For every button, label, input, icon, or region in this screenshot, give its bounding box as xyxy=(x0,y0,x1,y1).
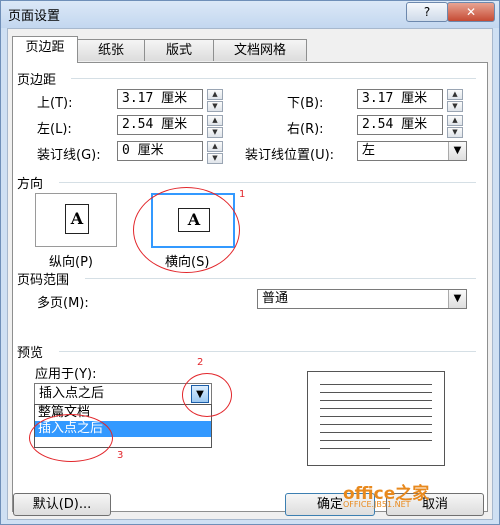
title-bar: 页面设置 ? ✕ xyxy=(1,1,499,28)
tab-paper[interactable]: 纸张 xyxy=(77,39,145,61)
gutter-position-value: 左 xyxy=(362,143,376,158)
close-button[interactable]: ✕ xyxy=(447,2,495,22)
top-margin-spinner[interactable]: ▲ ▼ xyxy=(207,89,223,112)
spin-up-icon[interactable]: ▲ xyxy=(447,89,463,100)
gutter-spinner[interactable]: ▲ ▼ xyxy=(207,141,223,164)
spin-up-icon[interactable]: ▲ xyxy=(207,89,223,100)
chevron-down-icon[interactable]: ▼ xyxy=(448,290,466,308)
gutter-position-select[interactable]: 左 ▼ xyxy=(357,141,467,161)
right-margin-spinner[interactable]: ▲ ▼ xyxy=(447,115,463,138)
section-title-pages: 页码范围 xyxy=(17,273,70,288)
apply-to-label: 应用于(Y): xyxy=(35,367,97,382)
preview-text-line xyxy=(320,392,432,393)
watermark-url: OFFICE.JB51.NET xyxy=(343,500,411,509)
preview-text-line xyxy=(320,440,432,441)
gutter-label: 装订线(G): xyxy=(37,148,101,163)
preview-text-line xyxy=(320,424,432,425)
preview-text-line xyxy=(320,416,432,417)
page-setup-dialog: 页面设置 ? ✕ 页边距 纸张 版式 文档网格 页边距 上(T): 3.17 厘… xyxy=(0,0,500,525)
annotation-number-2: 2 xyxy=(197,357,204,368)
apply-to-value: 插入点之后 xyxy=(39,386,105,401)
spin-down-icon[interactable]: ▼ xyxy=(207,153,223,164)
spin-up-icon[interactable]: ▲ xyxy=(207,115,223,126)
multiple-pages-value: 普通 xyxy=(262,291,289,306)
gutter-input[interactable]: 0 厘米 xyxy=(117,141,203,161)
preview-text-line xyxy=(320,384,432,385)
right-margin-label: 右(R): xyxy=(287,122,324,137)
tab-document-grid[interactable]: 文档网格 xyxy=(213,39,307,61)
spin-down-icon[interactable]: ▼ xyxy=(207,101,223,112)
annotation-circle-3 xyxy=(29,414,113,462)
spin-up-icon[interactable]: ▲ xyxy=(447,115,463,126)
window-title: 页面设置 xyxy=(8,9,61,24)
left-margin-input[interactable]: 2.54 厘米 xyxy=(117,115,203,135)
section-divider xyxy=(59,351,476,352)
section-divider xyxy=(71,78,476,79)
annotation-circle-1 xyxy=(133,187,240,273)
annotation-number-1: 1 xyxy=(239,189,246,200)
bottom-margin-input[interactable]: 3.17 厘米 xyxy=(357,89,443,109)
left-margin-label: 左(L): xyxy=(37,122,72,137)
top-margin-label: 上(T): xyxy=(37,96,73,111)
set-as-default-button[interactable]: 默认(D)... xyxy=(13,493,111,516)
section-title-preview: 预览 xyxy=(17,346,44,361)
spin-down-icon[interactable]: ▼ xyxy=(207,127,223,138)
annotation-circle-2 xyxy=(182,373,232,417)
left-margin-spinner[interactable]: ▲ ▼ xyxy=(207,115,223,138)
preview-text-line xyxy=(320,400,432,401)
bottom-margin-spinner[interactable]: ▲ ▼ xyxy=(447,89,463,112)
section-divider xyxy=(59,182,476,183)
spin-down-icon[interactable]: ▼ xyxy=(447,127,463,138)
portrait-option[interactable]: A xyxy=(35,193,117,247)
section-title-orientation: 方向 xyxy=(17,177,44,192)
multiple-pages-label: 多页(M): xyxy=(37,296,89,311)
right-margin-input[interactable]: 2.54 厘米 xyxy=(357,115,443,135)
bottom-margin-label: 下(B): xyxy=(287,96,324,111)
spin-down-icon[interactable]: ▼ xyxy=(447,101,463,112)
section-divider xyxy=(85,278,476,279)
portrait-page-icon: A xyxy=(65,204,89,234)
preview-text-line xyxy=(320,408,432,409)
section-title-margins: 页边距 xyxy=(17,73,57,88)
tab-layout[interactable]: 版式 xyxy=(144,39,214,61)
portrait-label: 纵向(P) xyxy=(49,255,93,270)
multiple-pages-select[interactable]: 普通 ▼ xyxy=(257,289,467,309)
top-margin-input[interactable]: 3.17 厘米 xyxy=(117,89,203,109)
chevron-down-icon[interactable]: ▼ xyxy=(448,142,466,160)
preview-text-line xyxy=(320,448,390,449)
spin-up-icon[interactable]: ▲ xyxy=(207,141,223,152)
page-preview xyxy=(307,371,445,466)
annotation-number-3: 3 xyxy=(117,450,124,461)
tab-margins[interactable]: 页边距 xyxy=(12,36,78,63)
gutter-position-label: 装订线位置(U): xyxy=(245,148,335,163)
help-button[interactable]: ? xyxy=(406,2,448,22)
preview-text-line xyxy=(320,432,432,433)
